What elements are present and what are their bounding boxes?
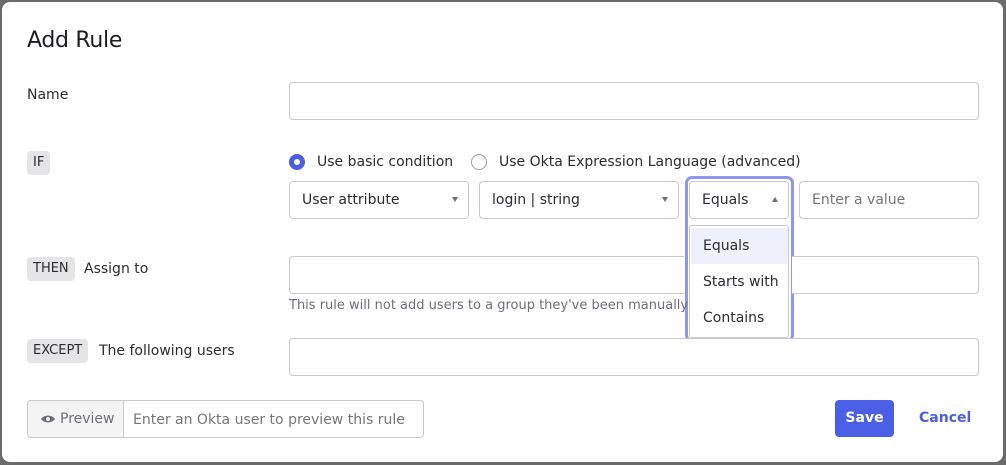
basic-condition-label[interactable]: Use basic condition bbox=[317, 154, 453, 170]
if-tag: IF bbox=[27, 151, 51, 175]
add-rule-dialog: Add Rule Name IF Use basic condition Use… bbox=[2, 2, 1003, 462]
operator-option-contains[interactable]: Contains bbox=[691, 300, 788, 336]
advanced-condition-label[interactable]: Use Okta Expression Language (advanced) bbox=[499, 154, 801, 170]
operator-option-starts-with[interactable]: Starts with bbox=[691, 264, 788, 300]
preview-button-label: Preview bbox=[60, 411, 115, 427]
cancel-button[interactable]: Cancel bbox=[919, 400, 971, 436]
operator-select[interactable]: Equals bbox=[689, 181, 789, 219]
except-tag: EXCEPT bbox=[27, 339, 89, 363]
chevron-down-icon bbox=[662, 197, 668, 202]
operator-dropdown: Equals Starts with Contains bbox=[689, 225, 789, 338]
except-users-input[interactable] bbox=[289, 338, 979, 376]
operator-value: Equals bbox=[702, 192, 749, 208]
assign-label: Assign to bbox=[84, 261, 149, 277]
eye-icon bbox=[40, 401, 56, 451]
chevron-up-icon bbox=[772, 197, 778, 202]
attribute-type-value: User attribute bbox=[302, 192, 400, 208]
save-button[interactable]: Save bbox=[835, 400, 894, 437]
preview-group: Preview bbox=[27, 400, 431, 439]
preview-user-input[interactable] bbox=[125, 401, 431, 439]
assign-helper-text: This rule will not add users to a group … bbox=[289, 298, 689, 313]
operator-option-equals[interactable]: Equals bbox=[691, 228, 788, 264]
assign-input-end bbox=[792, 256, 979, 294]
condition-value-input[interactable] bbox=[799, 181, 979, 219]
attribute-type-select[interactable]: User attribute bbox=[289, 181, 469, 219]
basic-condition-radio[interactable] bbox=[289, 154, 305, 170]
except-label: The following users bbox=[99, 343, 235, 359]
then-tag: THEN bbox=[27, 257, 75, 281]
dialog-title: Add Rule bbox=[27, 28, 123, 53]
advanced-condition-radio[interactable] bbox=[471, 154, 487, 170]
chevron-down-icon bbox=[452, 197, 458, 202]
preview-button[interactable]: Preview bbox=[28, 401, 124, 437]
attribute-value: login | string bbox=[492, 192, 580, 208]
name-label: Name bbox=[27, 87, 69, 103]
attribute-select[interactable]: login | string bbox=[479, 181, 679, 219]
assign-input[interactable] bbox=[289, 256, 684, 294]
name-input[interactable] bbox=[289, 82, 979, 120]
